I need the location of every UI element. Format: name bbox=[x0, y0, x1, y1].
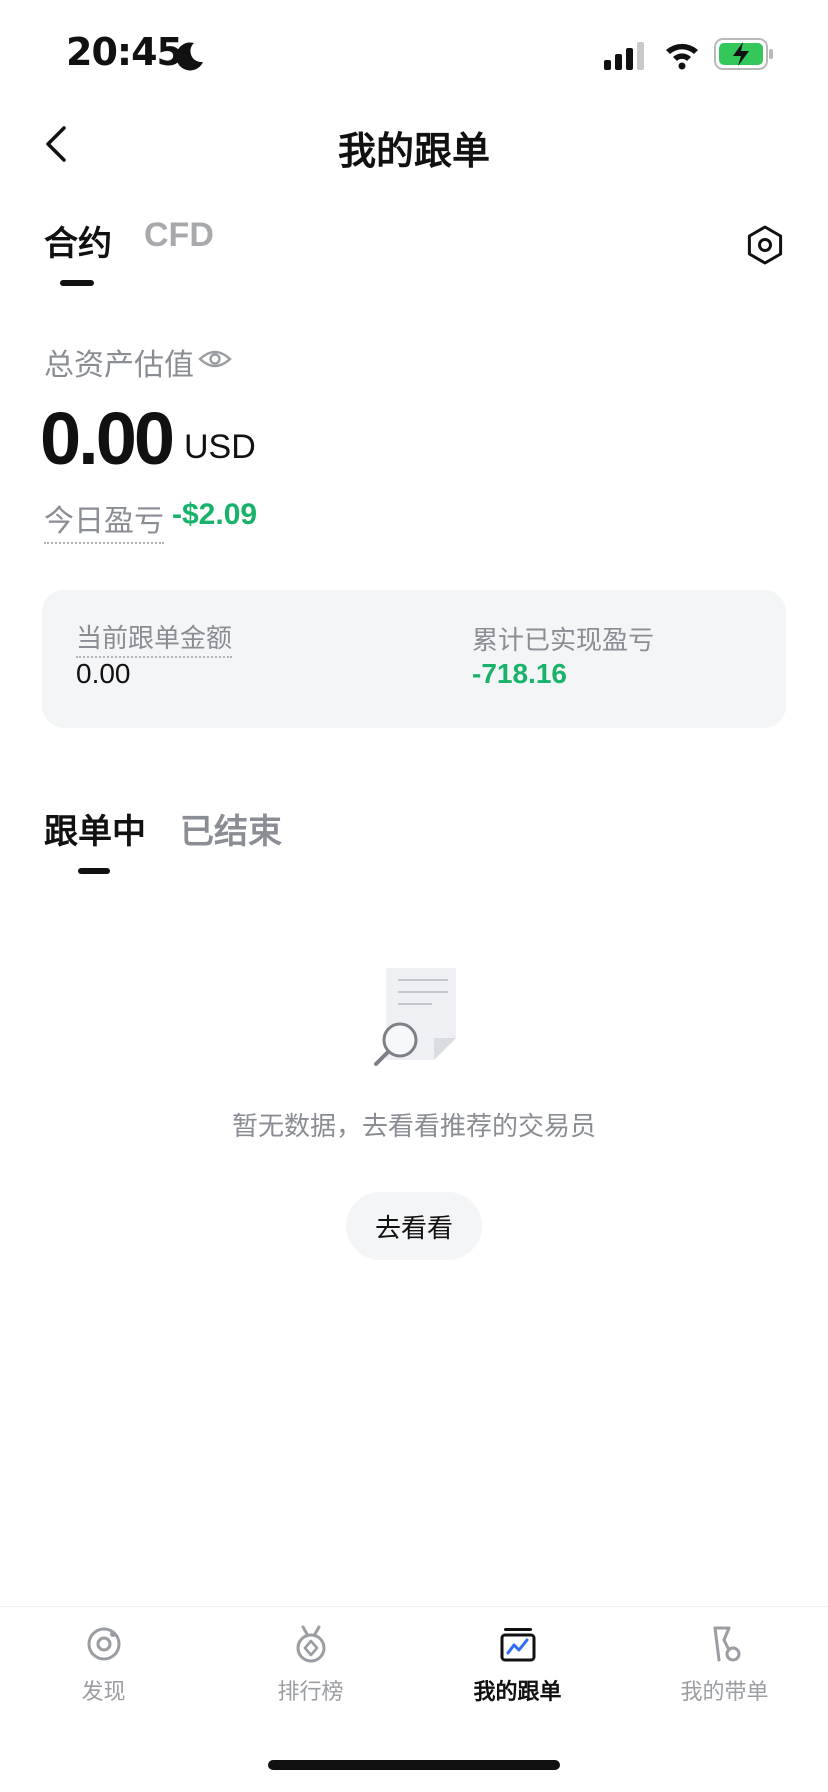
nav-discover[interactable]: 发现 bbox=[0, 1624, 207, 1706]
current-copy-amount-label[interactable]: 当前跟单金额 bbox=[76, 618, 233, 658]
nav-my-copy-trades[interactable]: 我的跟单 bbox=[414, 1624, 621, 1706]
nav-label: 发现 bbox=[81, 1680, 126, 1705]
nav-label: 排行榜 bbox=[277, 1680, 344, 1705]
wifi-icon bbox=[666, 43, 698, 70]
realized-pnl-label: 累计已实现盈亏 bbox=[472, 626, 655, 656]
active-tab-indicator bbox=[60, 280, 94, 286]
ranking-medal-icon bbox=[296, 1625, 325, 1663]
nav-my-lead-trades[interactable]: 我的带单 bbox=[621, 1624, 828, 1706]
total-assets-value: 0.00 bbox=[40, 397, 175, 480]
summary-card bbox=[42, 590, 786, 728]
tab-contract[interactable]: 合约 bbox=[44, 216, 112, 265]
status-time: 20:45 bbox=[66, 30, 183, 74]
empty-state-message: 暂无数据，去看看推荐的交易员 bbox=[231, 1112, 596, 1142]
realized-pnl-value: -718.16 bbox=[472, 658, 567, 689]
empty-document-search-icon bbox=[374, 968, 456, 1066]
today-pnl-label[interactable]: 今日盈亏 bbox=[44, 496, 164, 544]
home-indicator[interactable] bbox=[268, 1760, 560, 1770]
moon-icon bbox=[176, 42, 203, 71]
go-see-button[interactable]: 去看看 bbox=[346, 1192, 482, 1260]
battery-charging-icon bbox=[714, 38, 773, 70]
tab-cfd[interactable]: CFD bbox=[144, 216, 214, 255]
discover-icon bbox=[87, 1627, 120, 1661]
nav-ranking[interactable]: 排行榜 bbox=[207, 1624, 414, 1706]
nav-label: 我的带单 bbox=[680, 1680, 769, 1705]
cellular-signal-icon bbox=[604, 42, 644, 70]
my-lead-trades-icon bbox=[713, 1626, 740, 1662]
total-assets-unit: USD bbox=[184, 428, 256, 466]
total-assets-label: 总资产估值 bbox=[44, 348, 194, 383]
today-pnl-value: -$2.09 bbox=[172, 498, 258, 531]
current-copy-amount-value: 0.00 bbox=[76, 658, 131, 689]
tab-ended[interactable]: 已结束 bbox=[180, 804, 282, 853]
tab-following[interactable]: 跟单中 bbox=[44, 804, 146, 853]
settings-hexagon-icon[interactable] bbox=[744, 224, 786, 266]
active-subtab-indicator bbox=[78, 868, 110, 874]
page-title: 我的跟单 bbox=[337, 129, 490, 173]
my-copy-trades-icon bbox=[500, 1628, 535, 1662]
nav-label: 我的跟单 bbox=[473, 1680, 562, 1705]
eye-icon[interactable] bbox=[198, 344, 232, 374]
